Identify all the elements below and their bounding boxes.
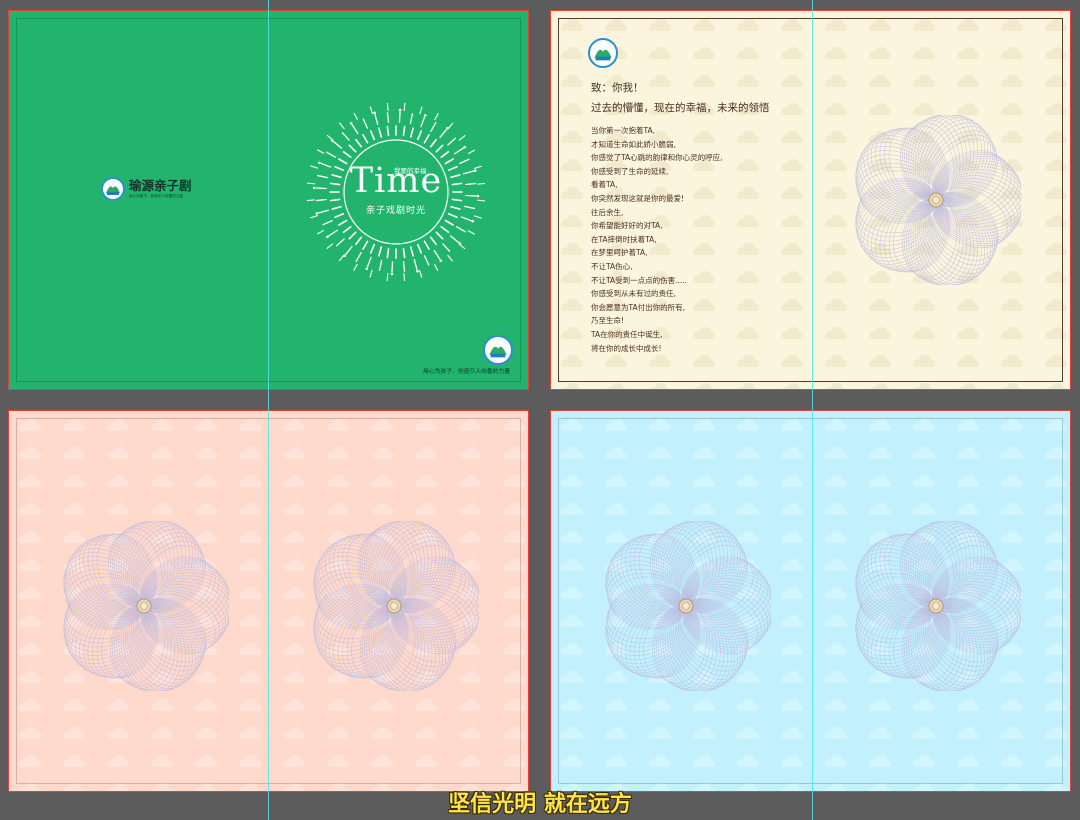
guilloche-flower-icon	[63, 521, 229, 691]
letter-greeting: 致：你我！	[591, 82, 644, 94]
vertical-guide-line[interactable]	[812, 0, 813, 820]
cover-brand: 瑜源亲子剧 用心为孩子，创造引人向善的力量	[101, 177, 192, 201]
vertical-guide-line[interactable]	[268, 0, 269, 820]
guilloche-flower-icon	[313, 521, 479, 691]
poem-line: TA在你的责任中诞生,	[591, 329, 663, 339]
poem-line: 你会愿意为TA付出你的所有,	[591, 302, 686, 312]
sun-subtitle: 亲子戏剧时光	[365, 206, 426, 216]
poem-line: 将在你的成长中成长!	[591, 343, 662, 353]
guilloche-flower-icon	[605, 521, 771, 691]
poem-line: 你感受到从未有过的责任,	[591, 289, 676, 299]
poem-line: 看着TA,	[591, 180, 618, 190]
brand-name: 瑜源亲子剧	[129, 178, 192, 193]
poem-line: 你感受到了生命的延续,	[591, 166, 669, 176]
poem-line: 不让TA受到一点点的伤害.....	[591, 275, 688, 285]
poem-line: 在TA摔倒时扶着TA,	[591, 234, 657, 244]
letter-poem: 当你第一次抱着TA, 才知道生命如此娇小脆弱, 你感觉了TA心跳的韵律和你心灵的…	[591, 124, 723, 355]
brand-logo-icon	[101, 177, 125, 201]
letter-headline: 过去的懵懂，现在的幸福，未来的领悟	[591, 102, 770, 114]
poem-line: 当你第一次抱着TA,	[591, 126, 656, 135]
poem-line: 往后余生,	[591, 207, 624, 217]
sun-title: Time	[349, 161, 443, 201]
poem-line: 你希望能好好的对TA,	[591, 221, 663, 231]
brand-subtitle: 用心为孩子，创造引人向善的力量	[129, 194, 183, 198]
letter-logo-icon	[588, 38, 618, 68]
poem-line: 你突然发现这就是你的最爱!	[591, 193, 685, 203]
poem-line: 乃至生命!	[591, 316, 625, 326]
poem-line: 不让TA伤心,	[591, 261, 633, 271]
letter-page[interactable]: 致：你我！ 过去的懵懂，现在的幸福，未来的领悟 当你第一次抱着TA, 才知道生命…	[550, 10, 1071, 390]
poem-line: 才知道生命如此娇小脆弱,	[591, 139, 676, 149]
cover-corner-logo-icon	[483, 335, 513, 365]
video-caption: 坚信光明 就在远方	[448, 792, 632, 817]
sky-page[interactable]	[550, 410, 1071, 792]
guilloche-flower-icon	[855, 115, 1021, 285]
cover-slogan: 用心为孩子，创造引人向善的力量	[423, 369, 510, 375]
poem-line: 你感觉了TA心跳的韵律和你心灵的呼应,	[591, 153, 723, 163]
sunburst-icon: 我要的幸福 Time 亲子戏剧时光	[306, 102, 486, 282]
guilloche-flower-icon	[855, 521, 1021, 691]
poem-line: 在梦里呵护着TA,	[591, 248, 648, 258]
